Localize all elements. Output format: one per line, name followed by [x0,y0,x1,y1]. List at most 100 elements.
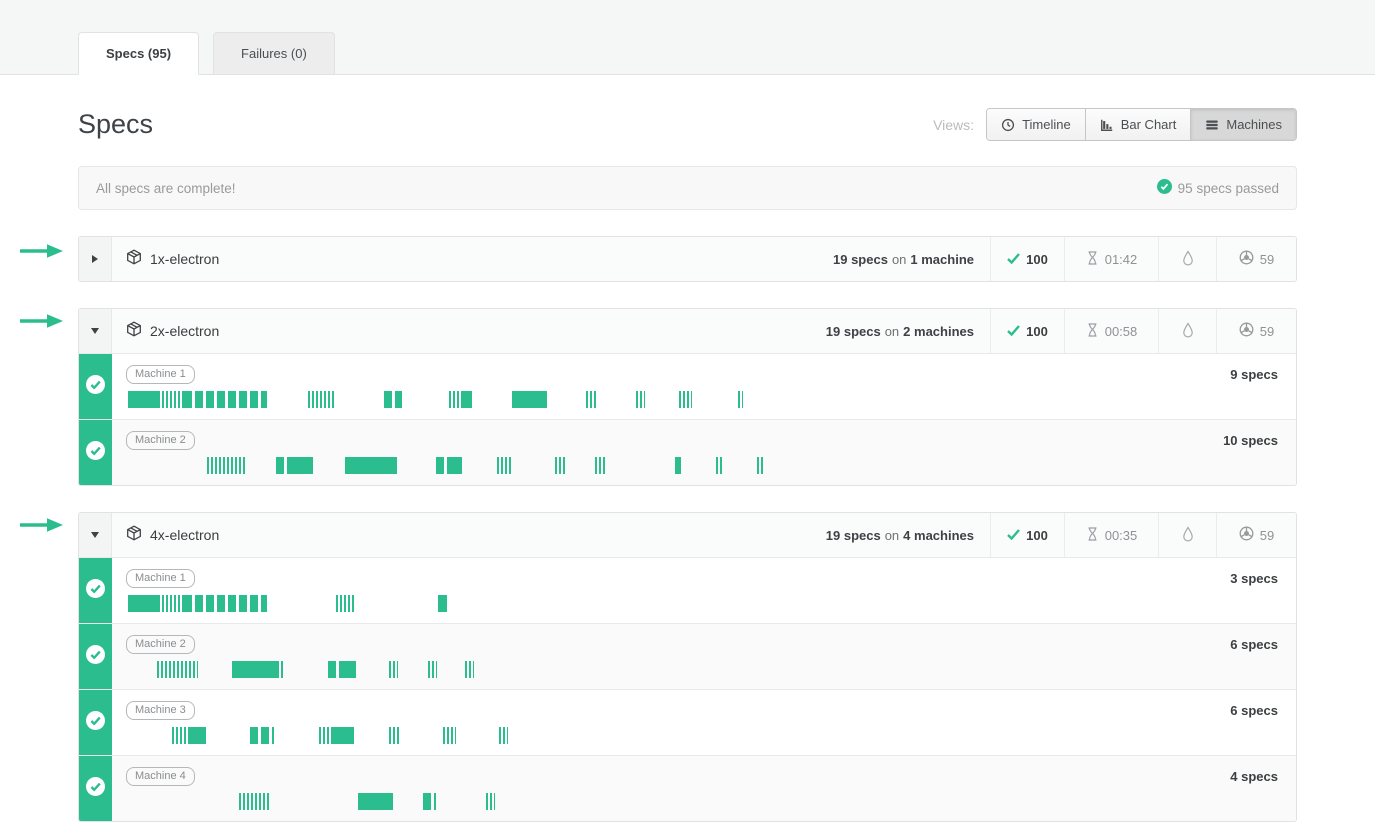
spec-bar[interactable] [333,727,354,744]
spec-bar[interactable] [586,391,597,408]
duration-stat: 00:58 [1064,309,1158,353]
spec-bar[interactable] [358,793,393,810]
banner-status: 95 specs passed [1157,179,1279,197]
top-bar: Specs (95) Failures (0) [0,0,1375,75]
spec-bar[interactable] [158,595,184,612]
spec-bar[interactable] [757,457,764,474]
check-circle-icon [86,777,105,801]
group-card: 2x-electron 19 specs on 2 machines 100 0… [78,308,1297,486]
spec-bar[interactable] [423,793,436,810]
machine-badge: Machine 4 [126,767,195,786]
group-header[interactable]: 1x-electron 19 specs on 1 machine 100 01… [79,237,1296,281]
machine-specs-count: 10 specs [1223,433,1278,448]
spec-bar[interactable] [336,595,354,612]
machine-badge: Machine 3 [126,701,195,720]
spec-bar[interactable] [207,457,245,474]
tab-specs[interactable]: Specs (95) [78,32,199,75]
view-switcher: Timeline Bar Chart Machines [986,108,1297,141]
spec-bar[interactable] [465,661,474,678]
check-circle-icon [1157,179,1172,197]
spec-bar[interactable] [188,727,206,744]
group-card: 1x-electron 19 specs on 1 machine 100 01… [78,236,1297,282]
spec-timeline [126,793,1282,810]
spec-timeline [126,661,1282,678]
group-name: 1x-electron [150,251,219,267]
spec-bar[interactable] [555,457,566,474]
machine-row: Machine 4 4 specs [79,755,1296,821]
spec-bar[interactable] [250,727,274,744]
spec-bar[interactable] [184,595,267,612]
electron-icon [1181,526,1195,545]
view-button-machines[interactable]: Machines [1190,109,1296,140]
views-label: Views: [933,117,974,133]
machine-status-column [79,420,112,485]
spec-bar[interactable] [239,793,269,810]
annotation-arrow-icon [18,312,64,335]
expand-toggle[interactable] [79,309,112,353]
spec-bar[interactable] [389,457,397,474]
spec-bar[interactable] [232,661,277,678]
spec-bar[interactable] [436,457,452,474]
spec-bar[interactable] [328,661,342,678]
hourglass-icon [1086,323,1099,340]
spec-bar[interactable] [319,727,333,744]
check-circle-icon [86,711,105,735]
bar-chart-icon [1100,118,1114,132]
spec-bar[interactable] [308,391,336,408]
passed-count-stat: 100 [990,237,1064,281]
spec-bar[interactable] [452,457,462,474]
group-header[interactable]: 4x-electron 19 specs on 4 machines 100 0… [79,513,1296,557]
spec-bar[interactable] [438,595,447,612]
spec-bar[interactable] [158,391,184,408]
spec-bar[interactable] [675,457,681,474]
check-icon [1007,528,1020,543]
spec-bar[interactable] [389,661,398,678]
spec-bar[interactable] [172,727,188,744]
annotation-arrow-icon [18,516,64,539]
expand-toggle[interactable] [79,237,112,281]
spec-bar[interactable] [428,661,437,678]
group-header[interactable]: 2x-electron 19 specs on 2 machines 100 0… [79,309,1296,353]
tab-failures[interactable]: Failures (0) [213,32,335,75]
spec-bar[interactable] [290,457,313,474]
spec-bar[interactable] [449,391,462,408]
electron-icon [1181,322,1195,341]
spec-bar[interactable] [277,661,284,678]
hourglass-icon [1086,251,1099,268]
spec-bar[interactable] [184,391,267,408]
group-specs-summary: 19 specs on 1 machine [833,237,990,281]
spec-bar[interactable] [443,727,456,744]
spec-bar[interactable] [342,661,356,678]
spec-bar[interactable] [128,595,158,612]
clock-icon [1001,118,1015,132]
spec-bar[interactable] [512,391,547,408]
spec-timeline [126,391,1282,408]
spec-bar[interactable] [497,457,512,474]
spec-bar[interactable] [679,391,692,408]
electron-icon [1181,250,1195,269]
spec-bar[interactable] [462,391,472,408]
spec-bar[interactable] [499,727,508,744]
chevron-down-icon [91,328,99,334]
view-button-bar-chart[interactable]: Bar Chart [1085,109,1191,140]
hourglass-icon [1086,527,1099,544]
machine-status-column [79,690,112,755]
chevron-right-icon [92,255,98,263]
spec-bar[interactable] [716,457,722,474]
spec-bar[interactable] [157,661,198,678]
spec-bar[interactable] [276,457,290,474]
spec-bar[interactable] [738,391,743,408]
spec-bar[interactable] [636,391,645,408]
spec-bar[interactable] [595,457,605,474]
expand-toggle[interactable] [79,513,112,557]
spec-bar[interactable] [128,391,158,408]
spec-bar[interactable] [389,727,400,744]
spec-bar[interactable] [345,457,389,474]
view-button-timeline[interactable]: Timeline [987,109,1085,140]
machine-specs-count: 6 specs [1230,703,1278,718]
passed-count-stat: 100 [990,513,1064,557]
spec-bar[interactable] [384,391,402,408]
machine-specs-count: 4 specs [1230,769,1278,784]
spec-bar[interactable] [486,793,495,810]
group-card: 4x-electron 19 specs on 4 machines 100 0… [78,512,1297,822]
